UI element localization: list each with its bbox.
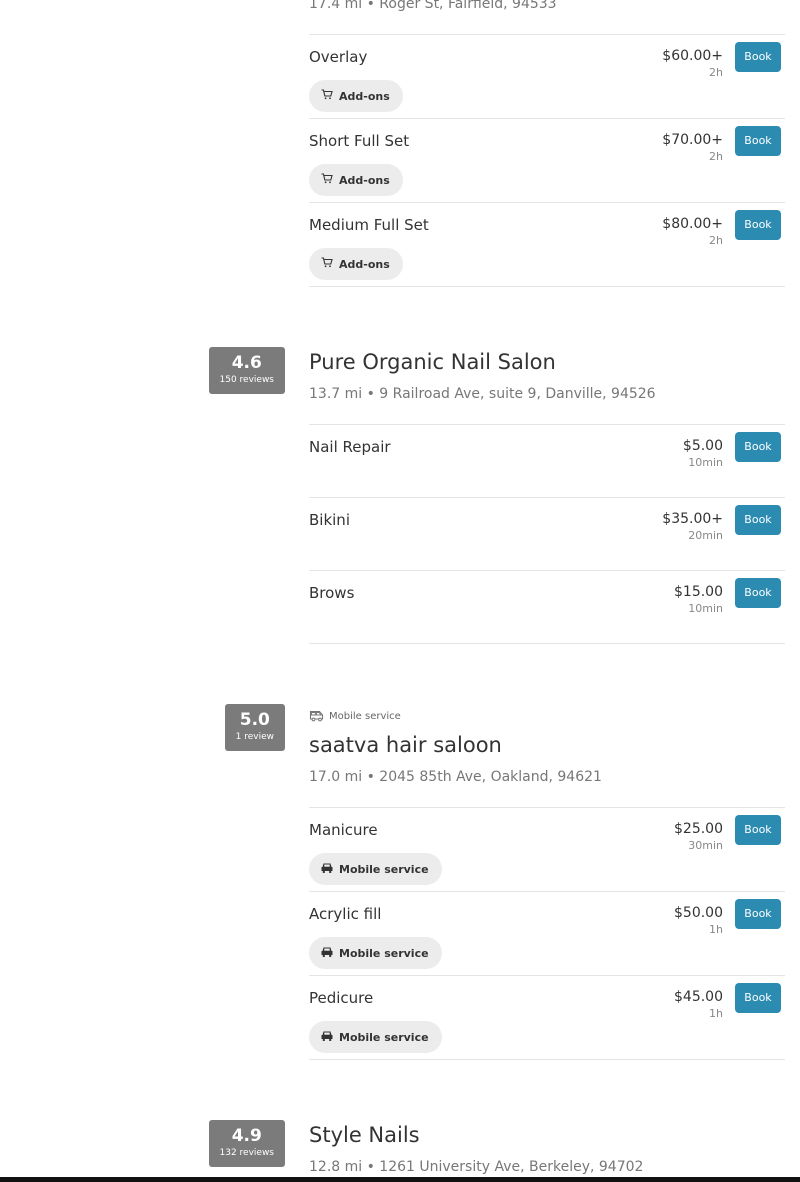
book-button[interactable]: Book	[735, 42, 781, 72]
salon-name[interactable]: Pure Organic Nail Salon	[309, 350, 556, 374]
service-name: Medium Full Set	[309, 216, 429, 234]
service-price: $60.00+	[662, 48, 723, 64]
service-name: Overlay	[309, 48, 368, 66]
divider	[309, 643, 785, 644]
review-count: 132 reviews	[219, 1148, 275, 1158]
service-price: $50.00	[674, 905, 723, 921]
mobile-service-chip[interactable]: Mobile service	[309, 1021, 442, 1053]
book-button[interactable]: Book	[735, 983, 781, 1013]
service-name: Acrylic fill	[309, 905, 382, 923]
van-icon	[309, 708, 325, 725]
divider	[309, 497, 785, 498]
book-button[interactable]: Book	[735, 210, 781, 240]
mobile-tag-label: Mobile service	[329, 711, 401, 722]
service-name: Pedicure	[309, 989, 374, 1007]
service-price: $45.00	[674, 989, 723, 1005]
chip-label: Add-ons	[339, 89, 390, 103]
chip-label: Add-ons	[339, 173, 390, 187]
review-count: 150 reviews	[219, 375, 275, 385]
service-name: Brows	[309, 584, 355, 602]
addons-chip[interactable]: Add-ons	[309, 248, 403, 280]
salon-name[interactable]: Style Nails	[309, 1123, 420, 1147]
service-duration: 20min	[688, 529, 723, 542]
divider	[309, 34, 785, 35]
rating-badge[interactable]: 4.9 132 reviews	[208, 1120, 285, 1167]
rating-value: 4.6	[231, 353, 262, 373]
divider	[309, 202, 785, 203]
rating-value: 4.9	[231, 1126, 262, 1146]
service-price: $80.00+	[662, 216, 723, 232]
chip-label: Add-ons	[339, 257, 390, 271]
cart-icon	[321, 173, 333, 187]
book-button[interactable]: Book	[735, 899, 781, 929]
salon-name[interactable]: saatva hair saloon	[309, 733, 502, 757]
salon-address: 13.7 mi • 9 Railroad Ave, suite 9, Danvi…	[309, 386, 656, 402]
review-count: 1 review	[235, 732, 274, 742]
rating-value: 5.0	[239, 710, 270, 730]
chip-label: Mobile service	[339, 862, 429, 876]
service-duration: 1h	[709, 1007, 723, 1020]
service-price: $70.00+	[662, 132, 723, 148]
service-duration: 2h	[709, 150, 723, 163]
salon-address: 17.0 mi • 2045 85th Ave, Oakland, 94621	[309, 769, 602, 785]
service-price: $25.00	[674, 821, 723, 837]
book-button[interactable]: Book	[735, 432, 781, 462]
chip-label: Mobile service	[339, 946, 429, 960]
divider	[309, 1059, 785, 1060]
service-duration: 2h	[709, 66, 723, 79]
service-name: Manicure	[309, 821, 378, 839]
book-button[interactable]: Book	[735, 505, 781, 535]
divider	[309, 891, 785, 892]
service-name: Bikini	[309, 511, 350, 529]
addons-chip[interactable]: Add-ons	[309, 164, 403, 196]
car-icon	[321, 1030, 333, 1044]
service-name: Short Full Set	[309, 132, 410, 150]
service-price: $5.00	[682, 438, 723, 454]
car-icon	[321, 862, 333, 876]
service-duration: 2h	[709, 234, 723, 247]
divider	[309, 424, 785, 425]
service-duration: 30min	[688, 839, 723, 852]
mobile-service-chip[interactable]: Mobile service	[309, 937, 442, 969]
addons-chip[interactable]: Add-ons	[309, 80, 403, 112]
salon-address: 17.4 mi • Roger St, Fairfield, 94533	[309, 0, 557, 12]
chip-label: Mobile service	[339, 1030, 429, 1044]
book-button[interactable]: Book	[735, 126, 781, 156]
divider	[309, 570, 785, 571]
divider	[309, 975, 785, 976]
service-duration: 10min	[688, 456, 723, 469]
book-button[interactable]: Book	[735, 815, 781, 845]
service-price: $15.00	[674, 584, 723, 600]
mobile-service-chip[interactable]: Mobile service	[309, 853, 442, 885]
book-button[interactable]: Book	[735, 578, 781, 608]
rating-badge[interactable]: 5.0 1 review	[224, 704, 285, 751]
rating-badge[interactable]: 4.6 150 reviews	[208, 347, 285, 394]
divider	[309, 807, 785, 808]
cart-icon	[321, 89, 333, 103]
salon-address: 12.8 mi • 1261 University Ave, Berkeley,…	[309, 1159, 644, 1175]
divider	[309, 118, 785, 119]
divider	[309, 286, 785, 287]
bottom-edge-bar	[0, 1177, 800, 1182]
car-icon	[321, 946, 333, 960]
service-duration: 1h	[709, 923, 723, 936]
service-duration: 10min	[688, 602, 723, 615]
mobile-service-tag: Mobile service	[309, 708, 401, 725]
service-name: Nail Repair	[309, 438, 391, 456]
service-price: $35.00+	[662, 511, 723, 527]
cart-icon	[321, 257, 333, 271]
